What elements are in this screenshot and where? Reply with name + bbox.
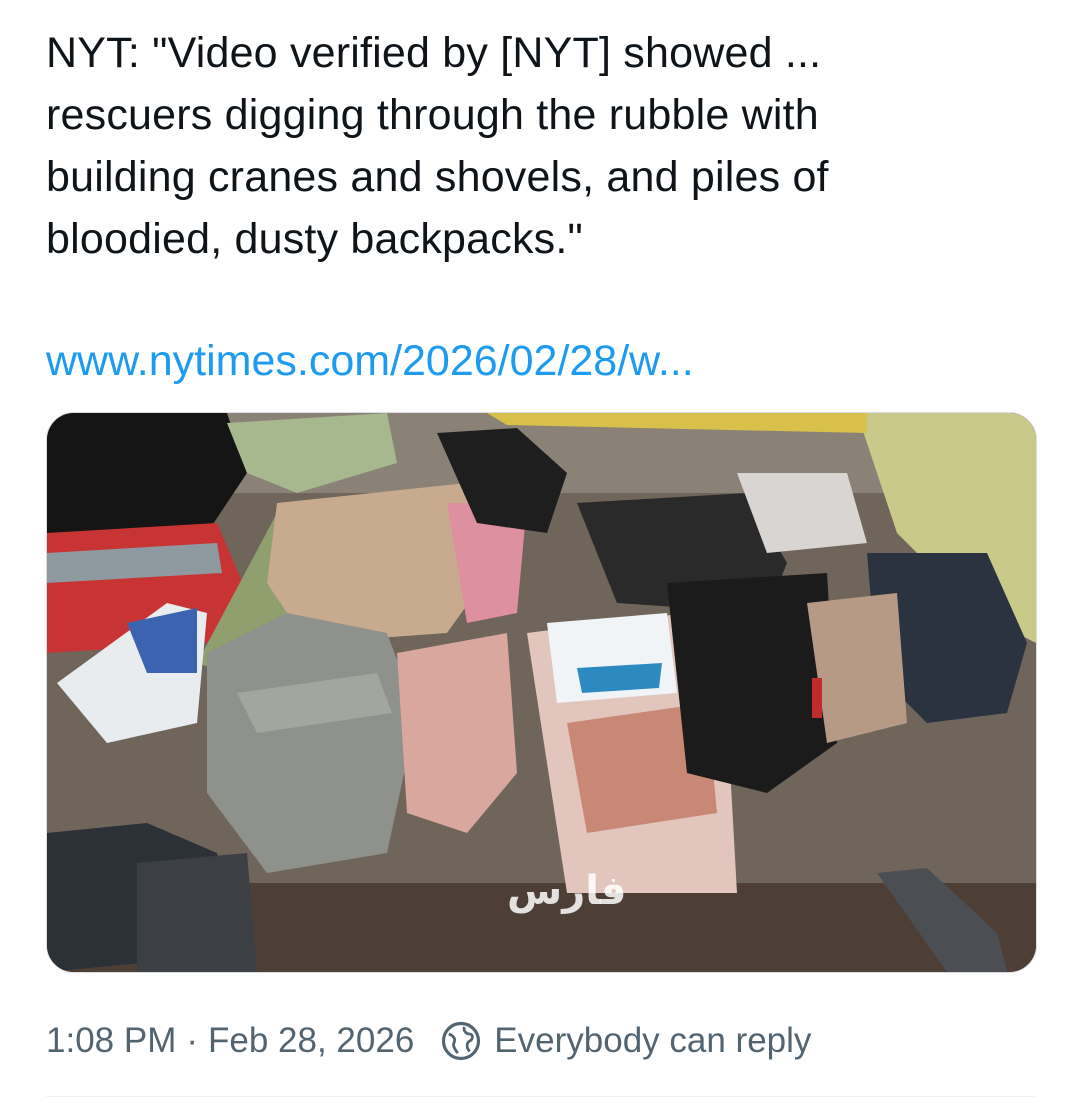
reply-setting[interactable]: Everybody can reply [440, 1020, 811, 1062]
post-meta: 1:08 PM · Feb 28, 2026 Everybody can rep… [46, 1014, 811, 1068]
meta-separator: · [186, 1021, 199, 1060]
divider [46, 1096, 1035, 1097]
media-watermark: فارس [507, 868, 627, 914]
post-text: NYT: "Video verified by [NYT] showed ...… [46, 29, 829, 263]
reply-setting-label: Everybody can reply [494, 1021, 812, 1060]
article-link[interactable]: www.nytimes.com/2026/02/28/w... [46, 330, 694, 392]
globe-icon [442, 1021, 481, 1061]
post-media-image[interactable]: فارس [46, 412, 1037, 973]
post-time[interactable]: 1:08 PM [46, 1021, 176, 1061]
post-date[interactable]: Feb 28, 2026 [208, 1021, 414, 1061]
